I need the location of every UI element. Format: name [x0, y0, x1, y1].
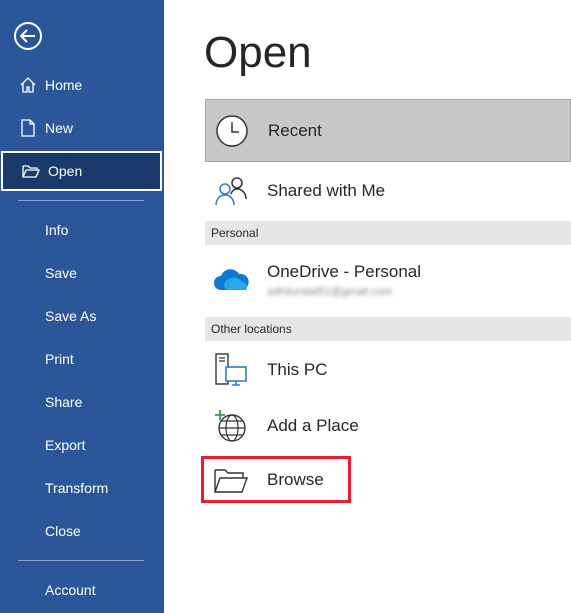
clock-icon — [212, 111, 252, 151]
sidebar-item-label: Open — [48, 163, 83, 179]
location-label: Add a Place — [267, 416, 359, 435]
sidebar-item-label: Share — [45, 394, 83, 410]
add-place-globe-icon — [211, 406, 251, 446]
location-label: This PC — [267, 360, 328, 379]
sidebar-item-transform[interactable]: Transform — [0, 469, 164, 507]
sidebar-item-label: Save As — [45, 308, 97, 324]
sidebar-item-save-as[interactable]: Save As — [0, 297, 164, 335]
home-icon — [18, 76, 38, 94]
location-label: Recent — [268, 120, 322, 140]
sidebar-item-label: New — [45, 120, 74, 136]
sidebar-divider — [18, 560, 144, 561]
sidebar-item-label: Export — [45, 437, 86, 453]
open-folder-icon — [21, 163, 41, 179]
sidebar-item-share[interactable]: Share — [0, 383, 164, 421]
location-onedrive[interactable]: OneDrive - Personal adhitundaf51@gmail.c… — [205, 250, 571, 310]
section-header-other-locations: Other locations — [205, 317, 571, 341]
sidebar-item-new[interactable]: New — [0, 109, 164, 147]
sidebar-item-label: Info — [45, 222, 69, 238]
sidebar-item-label: Transform — [45, 480, 109, 496]
location-shared-with-me[interactable]: Shared with Me — [205, 163, 571, 219]
sidebar-item-label: Print — [45, 351, 74, 367]
sidebar-item-print[interactable]: Print — [0, 340, 164, 378]
sidebar-item-label: Save — [45, 265, 77, 281]
sidebar-item-save[interactable]: Save — [0, 254, 164, 292]
account-email: adhitundaf51@gmail.com — [267, 286, 392, 298]
sidebar-item-info[interactable]: Info — [0, 211, 164, 249]
location-label: Browse — [267, 469, 324, 489]
shared-users-icon — [211, 171, 251, 211]
sidebar-item-label: Account — [45, 582, 96, 598]
sidebar-item-label: Close — [45, 523, 81, 539]
open-pane: Open Recent Shared with Me Personal OneD… — [164, 0, 571, 613]
sidebar-item-label: Home — [45, 77, 83, 93]
browse-folder-icon — [211, 460, 251, 500]
sidebar-item-account[interactable]: Account — [0, 571, 164, 609]
location-browse[interactable]: Browse — [205, 456, 571, 503]
sidebar-divider — [18, 200, 144, 201]
sidebar-item-export[interactable]: Export — [0, 426, 164, 464]
location-label: OneDrive - Personal — [267, 262, 422, 281]
backstage-sidebar: Home New Open Info Save Save As Print Sh… — [0, 0, 164, 613]
location-add-a-place[interactable]: Add a Place — [205, 400, 571, 452]
sidebar-item-close[interactable]: Close — [0, 512, 164, 550]
sidebar-item-home[interactable]: Home — [0, 66, 164, 104]
location-recent[interactable]: Recent — [205, 99, 571, 162]
back-button[interactable] — [14, 22, 42, 50]
new-document-icon — [18, 119, 38, 137]
location-label: Shared with Me — [267, 181, 386, 200]
onedrive-cloud-icon — [211, 260, 251, 300]
section-header-personal: Personal — [205, 221, 571, 245]
page-title: Open — [204, 28, 312, 77]
this-pc-icon — [211, 350, 251, 390]
location-this-pc[interactable]: This PC — [205, 344, 571, 396]
sidebar-item-open[interactable]: Open — [1, 151, 162, 191]
back-arrow-icon — [20, 29, 35, 43]
